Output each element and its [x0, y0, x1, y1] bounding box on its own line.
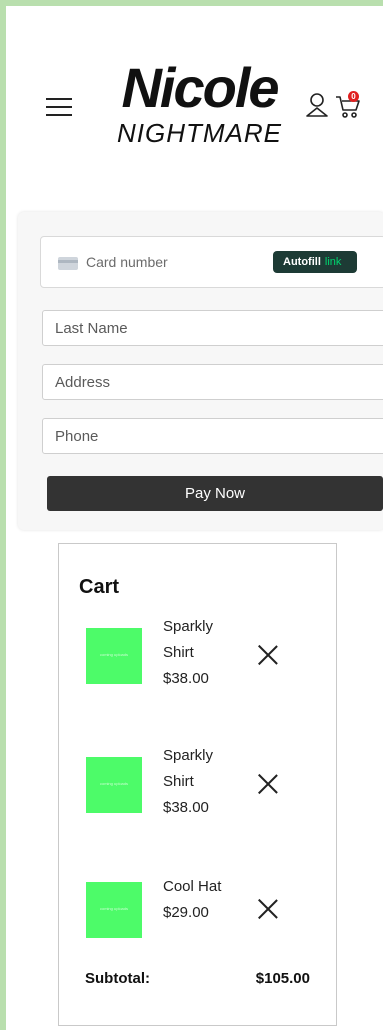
- card-number-placeholder: Card number: [86, 254, 168, 270]
- autofill-link-button[interactable]: Autofill link: [273, 251, 357, 273]
- cart-count-badge: 0: [348, 91, 359, 102]
- item-price: $38.00: [163, 799, 209, 816]
- brand-logo-top[interactable]: Nicole: [112, 58, 287, 118]
- product-thumbnail[interactable]: coming uploads: [86, 628, 142, 684]
- product-thumbnail[interactable]: coming uploads: [86, 882, 142, 938]
- cart-panel: Cart coming uploads Sparkly Shirt $38.00…: [58, 543, 337, 1026]
- pay-now-button[interactable]: Pay Now: [47, 476, 383, 511]
- remove-item-icon[interactable]: [257, 773, 279, 795]
- item-name[interactable]: Sparkly Shirt: [163, 743, 243, 795]
- page: Nicole NIGHTMARE 0 Card number Autofill l…: [6, 6, 383, 1030]
- address-field[interactable]: [42, 364, 383, 400]
- link-brand: link: [324, 256, 342, 268]
- item-name[interactable]: Cool Hat: [163, 874, 243, 900]
- phone-field[interactable]: [42, 418, 383, 454]
- product-thumbnail[interactable]: coming uploads: [86, 757, 142, 813]
- remove-item-icon[interactable]: [257, 898, 279, 920]
- credit-card-icon: [58, 257, 78, 270]
- subtotal-value: $105.00: [255, 970, 310, 987]
- brand-logo-bottom[interactable]: NIGHTMARE: [112, 119, 287, 147]
- autofill-label: Autofill: [283, 256, 321, 268]
- item-name[interactable]: Sparkly Shirt: [163, 614, 243, 666]
- last-name-field[interactable]: [42, 310, 383, 346]
- cart-title: Cart: [79, 576, 120, 598]
- item-price: $29.00: [163, 904, 209, 921]
- cart-item: coming uploads Sparkly Shirt $38.00: [59, 743, 336, 853]
- user-icon[interactable]: [305, 92, 329, 118]
- menu-icon[interactable]: [46, 98, 72, 116]
- remove-item-icon[interactable]: [257, 644, 279, 666]
- cart-item: coming uploads Cool Hat $29.00: [59, 874, 336, 984]
- cart-item: coming uploads Sparkly Shirt $38.00: [59, 614, 336, 724]
- checkout-form: Card number Autofilllink Pay Now: [18, 212, 383, 530]
- subtotal-label: Subtotal:: [85, 970, 150, 987]
- card-number-field[interactable]: Card number Autofill link: [40, 236, 383, 288]
- item-price: $38.00: [163, 670, 209, 687]
